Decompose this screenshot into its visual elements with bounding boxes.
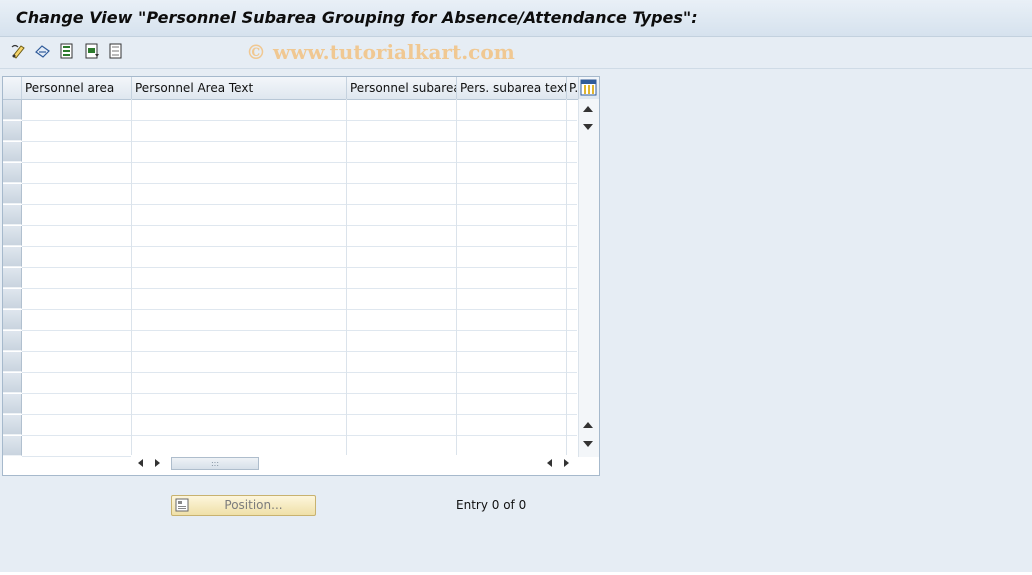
table-header: Personnel area Personnel Area Text Perso… — [3, 77, 599, 100]
display-change-icon[interactable] — [10, 42, 28, 60]
row-selector[interactable] — [3, 226, 22, 246]
row-selector[interactable] — [3, 394, 22, 414]
table-row[interactable] — [22, 226, 577, 247]
table-row[interactable] — [22, 100, 577, 121]
column-divider — [346, 99, 347, 457]
table-row[interactable] — [22, 205, 577, 226]
table-row[interactable] — [22, 142, 577, 163]
scroll-thumb[interactable]: ::: — [171, 457, 259, 470]
row-selector[interactable] — [3, 415, 22, 435]
select-block-icon[interactable] — [83, 42, 101, 60]
table-row[interactable] — [22, 121, 577, 142]
row-selector[interactable] — [3, 331, 22, 351]
row-selector[interactable] — [3, 121, 22, 141]
scroll-right-icon[interactable] — [564, 459, 569, 467]
select-all-icon[interactable] — [58, 42, 76, 60]
scroll-down-icon[interactable] — [583, 441, 593, 447]
row-selector[interactable] — [3, 184, 22, 204]
table-row[interactable] — [22, 415, 577, 436]
row-selector[interactable] — [3, 436, 22, 456]
scroll-left-icon[interactable] — [547, 459, 552, 467]
watermark: © www.tutorialkart.com — [246, 40, 515, 64]
column-header-personnel-subarea[interactable]: Personnel subarea — [347, 77, 457, 99]
table-settings-icon[interactable] — [580, 79, 597, 96]
table-row[interactable] — [22, 289, 577, 310]
deselect-all-icon[interactable] — [107, 42, 125, 60]
scroll-page-up-icon[interactable] — [583, 422, 593, 428]
table-control: Personnel area Personnel Area Text Perso… — [2, 76, 600, 476]
horizontal-scrollbar-left[interactable]: ::: — [131, 455, 577, 473]
other-view-icon[interactable] — [34, 42, 52, 60]
select-all-rows-cell[interactable] — [3, 77, 22, 99]
table-row[interactable] — [22, 436, 577, 457]
table-row[interactable] — [22, 373, 577, 394]
row-selector[interactable] — [3, 205, 22, 225]
entry-counter: Entry 0 of 0 — [456, 498, 527, 512]
scroll-left-icon[interactable] — [138, 459, 143, 467]
row-selector[interactable] — [3, 268, 22, 288]
title-bar: Change View "Personnel Subarea Grouping … — [0, 0, 1032, 37]
row-selector[interactable] — [3, 352, 22, 372]
column-header-truncated[interactable]: P... — [567, 77, 579, 99]
position-button[interactable]: Position... — [171, 495, 316, 516]
row-selector[interactable] — [3, 310, 22, 330]
position-button-label: Position... — [224, 498, 283, 512]
vertical-scrollbar[interactable] — [578, 99, 599, 457]
table-row[interactable] — [22, 184, 577, 205]
table-row[interactable] — [22, 310, 577, 331]
column-header-personnel-area-text[interactable]: Personnel Area Text — [132, 77, 347, 99]
table-row[interactable] — [22, 352, 577, 373]
table-row[interactable] — [22, 331, 577, 352]
column-header-personnel-area[interactable]: Personnel area — [22, 77, 132, 99]
scroll-up-icon[interactable] — [583, 106, 593, 112]
scroll-right-icon[interactable] — [155, 459, 160, 467]
application-toolbar — [0, 37, 1032, 69]
column-divider — [456, 99, 457, 457]
column-divider — [566, 99, 567, 457]
page-title: Change View "Personnel Subarea Grouping … — [16, 8, 698, 27]
row-selector[interactable] — [3, 373, 22, 393]
row-selector[interactable] — [3, 163, 22, 183]
table-row[interactable] — [22, 247, 577, 268]
row-selector[interactable] — [3, 247, 22, 267]
table-row[interactable] — [22, 394, 577, 415]
column-divider — [131, 99, 132, 457]
row-selector[interactable] — [3, 100, 22, 120]
table-row[interactable] — [22, 163, 577, 184]
row-selector[interactable] — [3, 142, 22, 162]
scroll-page-down-icon[interactable] — [583, 124, 593, 130]
row-selector[interactable] — [3, 289, 22, 309]
table-row[interactable] — [22, 268, 577, 289]
column-header-pers-subarea-text[interactable]: Pers. subarea text — [457, 77, 567, 99]
